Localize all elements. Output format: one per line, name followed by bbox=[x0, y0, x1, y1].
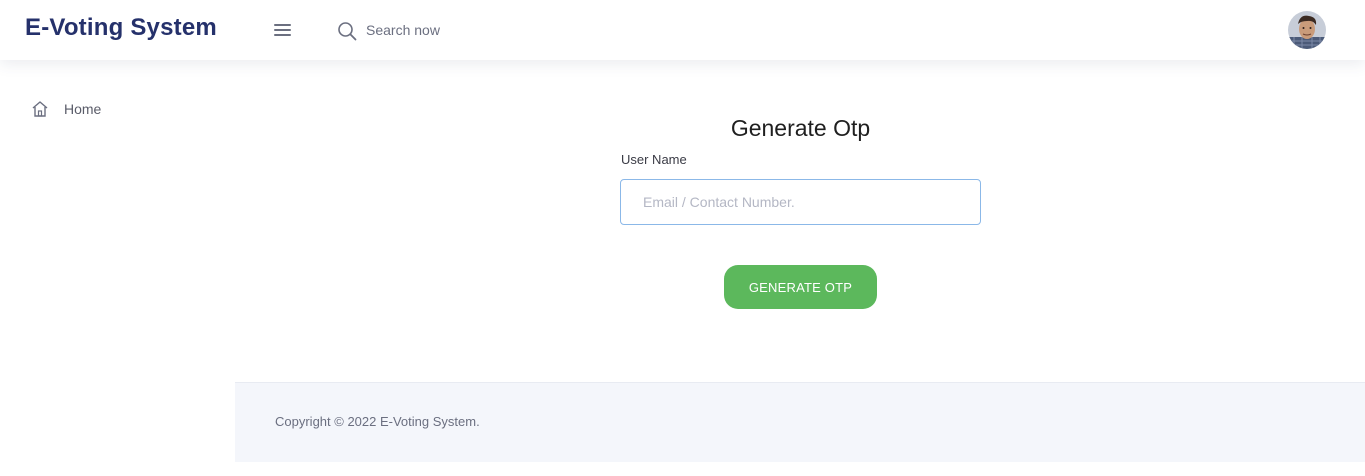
footer: Copyright © 2022 E-Voting System. bbox=[235, 382, 1365, 462]
username-input[interactable] bbox=[620, 179, 981, 225]
top-navbar: E-Voting System bbox=[0, 0, 1365, 60]
search-input[interactable] bbox=[366, 19, 566, 41]
username-label: User Name bbox=[621, 152, 687, 167]
copyright-text: Copyright © 2022 E-Voting System. bbox=[275, 414, 480, 429]
page-title: Generate Otp bbox=[730, 115, 871, 141]
sidebar-item-home[interactable]: Home bbox=[31, 98, 101, 120]
home-icon bbox=[32, 101, 48, 117]
hamburger-icon[interactable] bbox=[274, 24, 292, 38]
search-icon[interactable] bbox=[337, 21, 357, 41]
user-avatar[interactable] bbox=[1288, 11, 1326, 49]
brand-logo[interactable]: E-Voting System bbox=[25, 14, 217, 42]
generate-otp-button[interactable]: GENERATE OTP bbox=[724, 265, 877, 309]
sidebar-item-label: Home bbox=[64, 101, 102, 117]
